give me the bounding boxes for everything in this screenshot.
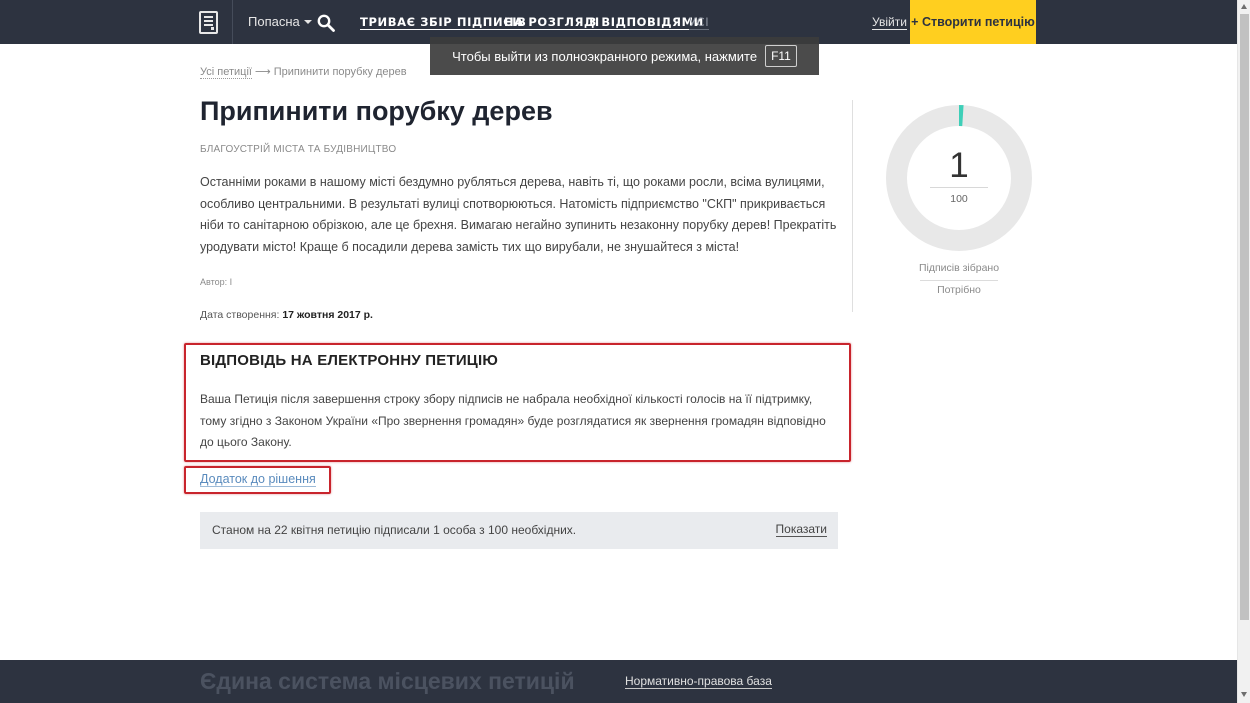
labels-divider xyxy=(920,280,998,281)
created-value: 17 жовтня 2017 р. xyxy=(282,309,373,321)
city-selector-label: Попасна xyxy=(248,14,300,29)
scroll-up-icon[interactable] xyxy=(1241,4,1247,9)
breadcrumb-current: Припинити порубку дерев xyxy=(273,66,407,78)
fullscreen-toast: Чтобы выйти из полноэкранного режима, на… xyxy=(430,37,819,75)
footer-legal-link[interactable]: Нормативно-правова база xyxy=(625,675,772,689)
city-selector[interactable]: Попасна xyxy=(248,14,312,29)
petition-category: БЛАГОУСТРІЙ МІСТА ТА БУДІВНИЦТВО xyxy=(200,144,397,155)
chevron-down-icon xyxy=(303,20,312,24)
response-text: Ваша Петиція після завершення строку збо… xyxy=(200,392,826,449)
sidebar-divider xyxy=(852,100,853,312)
footer-title: Єдина система місцевих петицій xyxy=(200,668,575,694)
petition-created-date: Дата створення: 17 жовтня 2017 р. xyxy=(200,309,373,321)
nav-divider xyxy=(232,0,233,44)
petition-author: Автор: І xyxy=(200,277,232,287)
nav-link-in-review[interactable]: НА РОЗГЛЯДІ xyxy=(504,16,600,30)
signatures-status-bar: Станом на 22 квітня петицію підписали 1 … xyxy=(200,512,838,549)
author-label: Автор: xyxy=(200,277,228,287)
signatures-collected-count: 1 xyxy=(949,146,969,185)
author-value: І xyxy=(229,277,233,287)
scrollbar-thumb[interactable] xyxy=(1240,14,1249,620)
response-title: ВІДПОВІДЬ НА ЕЛЕКТРОННУ ПЕТИЦІЮ xyxy=(200,352,498,369)
petition-description: Останніми роками в нашому місті бездумно… xyxy=(200,175,837,254)
page-title: Припинити порубку дерев xyxy=(200,96,553,126)
search-icon[interactable] xyxy=(317,14,335,32)
scroll-down-icon[interactable] xyxy=(1241,692,1247,697)
signatures-required-count: 100 xyxy=(950,193,968,205)
nav-link-collecting[interactable]: ТРИВАЄ ЗБІР ПІДПИСІВ xyxy=(360,16,527,30)
logo-icon[interactable] xyxy=(199,11,218,34)
attachment-link[interactable]: Додаток до рішення xyxy=(200,472,316,487)
signatures-collected-label: Підписів зібрано xyxy=(918,262,1000,274)
page-scrollbar[interactable] xyxy=(1237,0,1250,703)
arrow-right-icon: ⟶ xyxy=(254,66,271,78)
fullscreen-toast-key: F11 xyxy=(765,45,797,67)
footer: Єдина система місцевих петицій Нормативн… xyxy=(0,660,1237,703)
fullscreen-toast-text: Чтобы выйти из полноэкранного режима, на… xyxy=(452,48,758,64)
count-divider xyxy=(930,187,988,188)
nav-link-all[interactable]: УСІ xyxy=(689,16,710,30)
signatures-status-text: Станом на 22 квітня петицію підписали 1 … xyxy=(212,523,577,537)
signatures-required-label: Потрібно xyxy=(937,284,981,296)
login-link[interactable]: Увійти xyxy=(872,16,907,30)
breadcrumb: Усі петиції ⟶ Припинити порубку дерев xyxy=(200,65,407,79)
create-petition-button[interactable]: + Створити петицію xyxy=(910,0,1036,44)
nav-link-answered[interactable]: З ВІДПОВІДЯМИ xyxy=(588,16,704,30)
created-label: Дата створення: xyxy=(200,309,280,321)
show-signatures-button[interactable]: Показати xyxy=(775,523,827,537)
breadcrumb-all-petitions[interactable]: Усі петиції xyxy=(200,66,252,79)
